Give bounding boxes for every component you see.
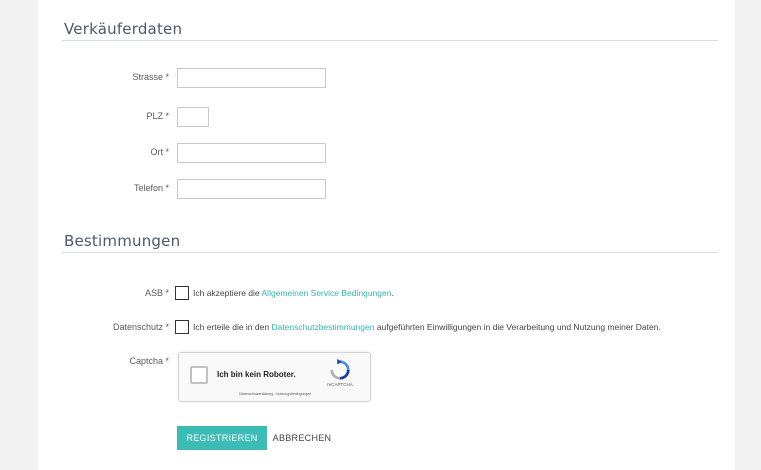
recaptcha-terms[interactable]: Datenschutzerklärung - Nutzungsbedingung… [239,392,311,396]
privacy-text: Ich erteile die in den Datenschutzbestim… [193,322,661,332]
section-title-terms: Bestimmungen [64,232,181,250]
recaptcha-checkbox-label: Ich bin kein Roboter. [217,370,296,379]
asb-label: ASB * [144,288,169,298]
privacy-checkbox[interactable] [175,320,189,334]
asb-terms-link[interactable]: Allgemeinen Service Bedingungen [262,288,392,298]
phone-input[interactable] [177,179,326,199]
asb-text: Ich akzeptiere die Allgemeinen Service B… [193,288,394,298]
cancel-button[interactable]: ABBRECHEN [267,426,337,450]
privacy-text-after: aufgeführten Einwilligungen in die Verar… [374,322,661,332]
street-label: Strasse * [132,72,169,82]
section-divider [62,40,718,41]
privacy-policy-link[interactable]: Datenschutzbestimmungen [271,322,374,332]
phone-label: Telefon * [133,183,169,193]
recaptcha-brand: reCAPTCHA [327,382,353,387]
section-divider [62,252,718,253]
asb-checkbox[interactable] [175,286,189,300]
recaptcha-widget: Ich bin kein Roboter. reCAPTCHA Datensch… [178,352,371,402]
asb-text-before: Ich akzeptiere die [193,288,262,298]
captcha-label: Captcha * [129,356,169,366]
privacy-text-before: Ich erteile die in den [193,322,272,332]
street-input[interactable] [177,68,326,88]
asb-text-after: . [391,288,394,298]
zip-input[interactable] [177,107,209,127]
zip-label: PLZ * [146,111,169,121]
recaptcha-checkbox[interactable] [190,366,208,384]
form-page: Verkäuferdaten Strasse * PLZ * Ort * Tel… [38,0,735,470]
recaptcha-icon [330,359,350,380]
privacy-label: Datenschutz * [112,322,169,332]
section-title-seller: Verkäuferdaten [64,20,183,38]
city-label: Ort * [150,147,169,157]
city-input[interactable] [177,143,326,163]
register-button[interactable]: REGISTRIEREN [177,426,267,450]
